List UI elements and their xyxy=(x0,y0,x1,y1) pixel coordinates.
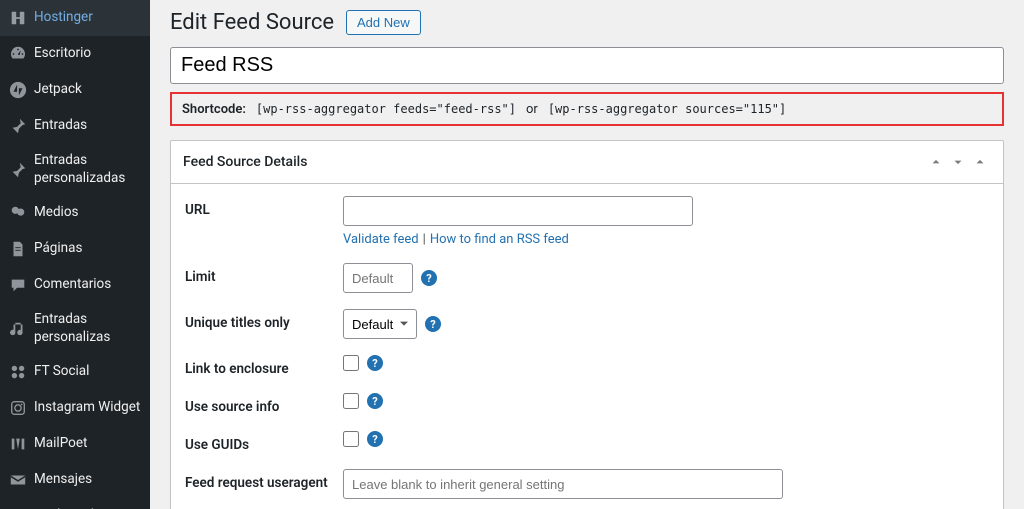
sidebar-item-entradas-personalizadas[interactable]: Entradas personalizadas xyxy=(0,144,150,195)
page-header: Edit Feed Source Add New xyxy=(170,10,1004,35)
media-icon xyxy=(8,203,28,223)
shortcode-label: Shortcode: xyxy=(182,102,246,117)
form-row-url: URL Validate feed|How to find an RSS fee… xyxy=(185,196,989,247)
form-row-useragent: Feed request useragent xyxy=(185,469,989,499)
message-icon xyxy=(8,470,28,490)
page-icon xyxy=(8,239,28,259)
instagram-icon xyxy=(8,398,28,418)
validate-feed-link[interactable]: Validate feed xyxy=(343,232,419,247)
admin-sidebar: Hostinger Escritorio Jetpack Entradas En… xyxy=(0,0,150,509)
shortcode-code-2: [wp-rss-aggregator sources="115"] xyxy=(544,100,790,118)
form-row-limit: Limit ? xyxy=(185,263,989,293)
sidebar-item-label: Mensajes xyxy=(34,471,142,489)
page-title: Edit Feed Source xyxy=(170,10,334,35)
sidebar-item-instagram-widget[interactable]: Instagram Widget xyxy=(0,390,150,426)
shortcode-row: Shortcode: [wp-rss-aggregator feeds="fee… xyxy=(170,92,1004,126)
sidebar-item-label: Escritorio xyxy=(34,45,142,63)
main-content: Edit Feed Source Add New Shortcode: [wp-… xyxy=(150,0,1024,509)
useragent-label: Feed request useragent xyxy=(185,469,343,491)
sidebar-item-label: Instagram Widget xyxy=(34,399,142,417)
sidebar-item-comentarios[interactable]: Comentarios xyxy=(0,267,150,303)
jetpack-icon xyxy=(8,80,28,100)
use-source-info-checkbox[interactable] xyxy=(343,393,359,409)
title-input-wrap xyxy=(170,47,1004,84)
useragent-input[interactable] xyxy=(343,469,783,499)
use-guids-checkbox[interactable] xyxy=(343,431,359,447)
sidebar-item-escritorio[interactable]: Escritorio xyxy=(0,36,150,72)
shortcode-or: or xyxy=(526,102,538,117)
sidebar-item-label: Hostinger xyxy=(34,9,142,27)
sidebar-item-paginas[interactable]: Páginas xyxy=(0,231,150,267)
sidebar-item-label: Jetpack xyxy=(34,81,142,99)
pin-icon xyxy=(8,116,28,136)
sidebar-item-hostinger[interactable]: Hostinger xyxy=(0,0,150,36)
form-row-link-enclosure: Link to enclosure ? xyxy=(185,355,989,377)
help-icon[interactable]: ? xyxy=(425,316,441,332)
use-guids-label: Use GUIDs xyxy=(185,431,343,453)
use-source-info-label: Use source info xyxy=(185,393,343,415)
shortcode-code-1: [wp-rss-aggregator feeds="feed-rss"] xyxy=(252,100,520,118)
unique-titles-select[interactable]: Default xyxy=(343,309,417,339)
pin-icon xyxy=(8,160,28,180)
link-enclosure-checkbox[interactable] xyxy=(343,355,359,371)
move-down-button[interactable] xyxy=(947,151,969,173)
limit-input[interactable] xyxy=(343,263,413,293)
metabox-title: Feed Source Details xyxy=(183,154,925,170)
help-icon[interactable]: ? xyxy=(367,393,383,409)
sidebar-item-rank-math-seo[interactable]: Rank Math SEO xyxy=(0,498,150,509)
limit-label: Limit xyxy=(185,263,343,285)
link-enclosure-label: Link to enclosure xyxy=(185,355,343,377)
sidebar-item-mensajes[interactable]: Mensajes xyxy=(0,462,150,498)
sidebar-item-label: Comentarios xyxy=(34,276,142,294)
help-icon[interactable]: ? xyxy=(421,270,437,286)
howto-rss-link[interactable]: How to find an RSS feed xyxy=(430,232,569,247)
unique-titles-label: Unique titles only xyxy=(185,309,343,331)
toggle-button[interactable] xyxy=(969,151,991,173)
social-icon xyxy=(8,362,28,382)
music-icon xyxy=(8,319,28,339)
hostinger-icon xyxy=(8,8,28,28)
metabox-header: Feed Source Details xyxy=(171,141,1003,184)
sidebar-item-ft-social[interactable]: FT Social xyxy=(0,354,150,390)
mailpoet-icon xyxy=(8,434,28,454)
sidebar-item-label: Entradas personalizadas xyxy=(34,152,142,187)
sidebar-item-label: MailPoet xyxy=(34,435,142,453)
sidebar-item-mailpoet[interactable]: MailPoet xyxy=(0,426,150,462)
help-icon[interactable]: ? xyxy=(367,355,383,371)
move-up-button[interactable] xyxy=(925,151,947,173)
sidebar-item-entradas[interactable]: Entradas xyxy=(0,108,150,144)
form-row-use-source-info: Use source info ? xyxy=(185,393,989,415)
url-label: URL xyxy=(185,196,343,218)
dashboard-icon xyxy=(8,44,28,64)
sidebar-item-jetpack[interactable]: Jetpack xyxy=(0,72,150,108)
feed-title-input[interactable] xyxy=(170,47,1004,84)
sidebar-item-label: Entradas xyxy=(34,117,142,135)
help-icon[interactable]: ? xyxy=(367,431,383,447)
metabox-body: URL Validate feed|How to find an RSS fee… xyxy=(171,184,1003,509)
url-input[interactable] xyxy=(343,196,693,226)
url-help: Validate feed|How to find an RSS feed xyxy=(343,232,989,247)
sidebar-item-label: Medios xyxy=(34,204,142,222)
sidebar-item-medios[interactable]: Medios xyxy=(0,195,150,231)
form-row-use-guids: Use GUIDs ? xyxy=(185,431,989,453)
sidebar-item-label: Entradas personalizas xyxy=(34,311,142,346)
feed-source-details-metabox: Feed Source Details URL Validate feed|Ho… xyxy=(170,140,1004,509)
comment-icon xyxy=(8,275,28,295)
sidebar-item-label: Páginas xyxy=(34,240,142,258)
sidebar-item-entradas-personalizas[interactable]: Entradas personalizas xyxy=(0,303,150,354)
sidebar-item-label: FT Social xyxy=(34,363,142,381)
add-new-button[interactable]: Add New xyxy=(346,10,421,35)
form-row-unique-titles: Unique titles only Default ? xyxy=(185,309,989,339)
